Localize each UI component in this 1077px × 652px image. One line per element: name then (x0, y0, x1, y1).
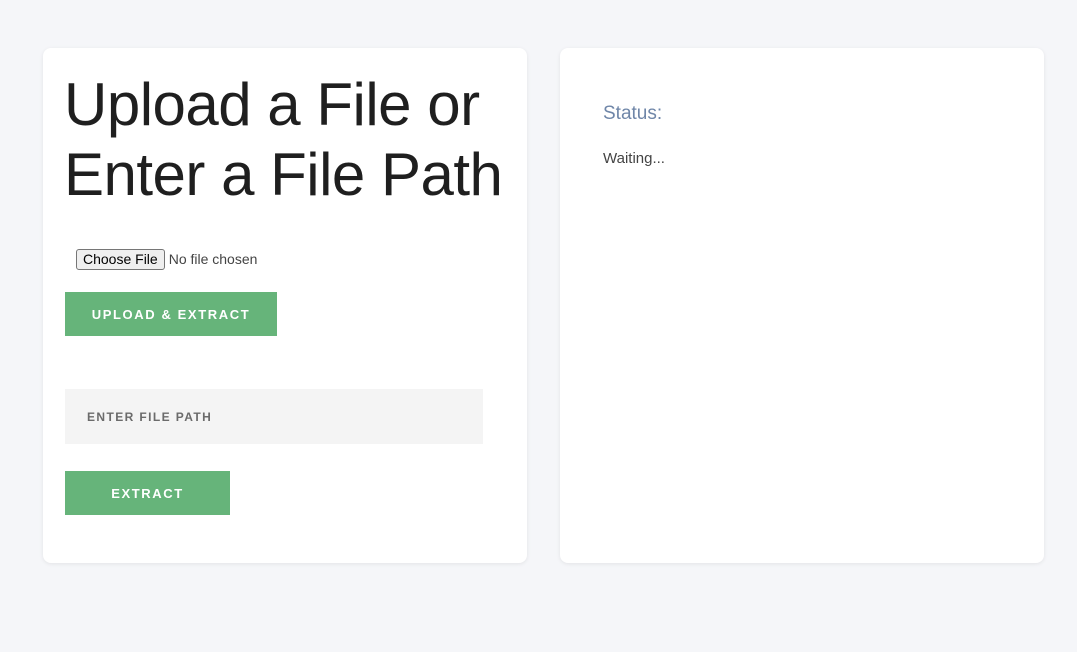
file-path-input[interactable] (65, 389, 483, 444)
page-title: Upload a File or Enter a File Path (64, 71, 503, 208)
status-panel: Status: Waiting... (560, 48, 1044, 563)
extract-button[interactable]: EXTRACT (65, 471, 230, 515)
status-message: Waiting... (603, 150, 665, 167)
file-status-text: No file chosen (168, 251, 258, 267)
status-label: Status: (603, 103, 663, 124)
upload-extract-button[interactable]: UPLOAD & EXTRACT (65, 292, 277, 336)
file-input[interactable]: Choose File No file chosen (76, 248, 257, 270)
upload-panel: Upload a File or Enter a File Path Choos… (43, 48, 527, 563)
choose-file-button[interactable]: Choose File (76, 248, 165, 270)
